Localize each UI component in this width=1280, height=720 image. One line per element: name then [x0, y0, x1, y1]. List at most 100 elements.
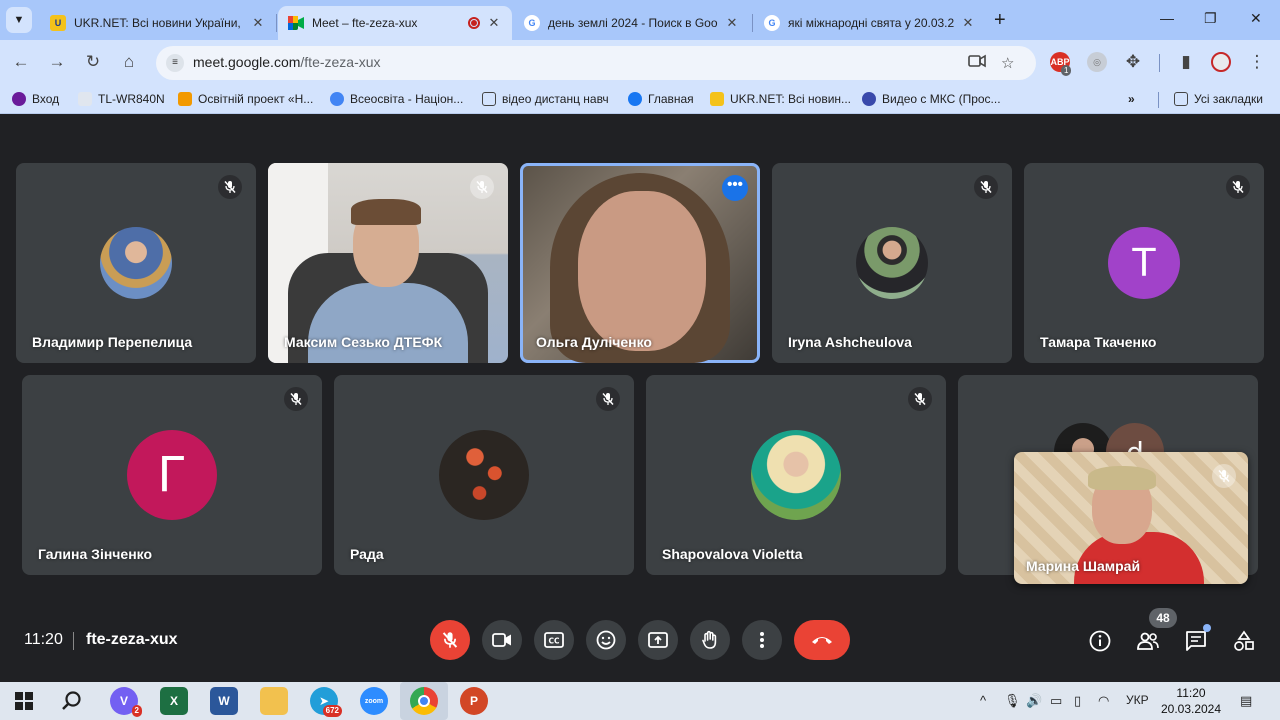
more-options-icon[interactable]: •••	[722, 175, 748, 201]
people-button[interactable]	[1135, 628, 1161, 654]
close-window-icon[interactable]: ✕	[1250, 10, 1262, 27]
svg-text:CC: CC	[548, 637, 560, 646]
raise-hand-button[interactable]	[690, 620, 730, 660]
battery-icon[interactable]: ▯	[1074, 693, 1081, 709]
powerpoint-icon[interactable]: P	[460, 687, 488, 715]
back-arrow-icon[interactable]: ←	[10, 51, 32, 73]
google-favicon-icon: G	[524, 15, 540, 31]
tab-search-chevron-icon[interactable]: ▼	[6, 7, 32, 33]
telegram-icon[interactable]: ➤ 672	[310, 687, 342, 717]
people-icon	[1137, 632, 1159, 650]
extensions-puzzle-icon[interactable]: ✥	[1122, 51, 1144, 73]
more-vertical-icon	[760, 632, 764, 648]
present-icon	[648, 632, 668, 648]
wifi-icon[interactable]: ◠	[1098, 693, 1109, 709]
mic-off-icon	[974, 175, 998, 199]
participant-tile[interactable]: Рада	[334, 375, 634, 575]
activities-button[interactable]	[1231, 628, 1257, 654]
bookmark-item[interactable]: Освітній проект «Н...	[178, 92, 313, 106]
mic-off-icon	[218, 175, 242, 199]
tab-separator	[752, 14, 753, 32]
mic-off-icon	[442, 632, 458, 648]
more-options-button[interactable]	[742, 620, 782, 660]
chrome-menu-icon[interactable]: ⋮	[1246, 51, 1268, 73]
captions-button[interactable]: CC	[534, 620, 574, 660]
close-tab-icon[interactable]: ✕	[960, 15, 976, 31]
present-screen-button[interactable]	[638, 620, 678, 660]
bookmark-item[interactable]: Видео с МКС (Прос...	[862, 92, 1001, 106]
viber-icon[interactable]: V2	[110, 687, 142, 717]
language-indicator[interactable]: УКР	[1126, 693, 1149, 707]
video-person-face	[578, 191, 706, 351]
profile-avatar[interactable]	[1211, 52, 1231, 72]
google-favicon-icon: G	[764, 15, 780, 31]
network-icon[interactable]: ▭	[1050, 693, 1062, 709]
bookmark-favicon-icon	[330, 92, 344, 106]
participant-avatar	[856, 227, 928, 299]
mic-off-icon	[470, 175, 494, 199]
meet-stage: Владимир Перепелица Максим Сезько ДТЕФК …	[0, 114, 1280, 682]
side-panel-icon[interactable]: ▮	[1175, 51, 1197, 73]
participant-tile[interactable]: Владимир Перепелица	[16, 163, 256, 363]
toggle-camera-button[interactable]	[482, 620, 522, 660]
minimize-window-icon[interactable]: —	[1160, 10, 1174, 26]
windows-start-icon[interactable]	[10, 687, 38, 715]
reload-icon[interactable]: ↻	[82, 51, 104, 73]
bookmark-favicon-icon	[12, 92, 26, 106]
taskbar-clock[interactable]: 11:20 20.03.2024	[1157, 685, 1225, 717]
microphone-tray-icon[interactable]: 🎙	[1004, 693, 1021, 709]
zoom-icon[interactable]: zoom	[360, 687, 388, 715]
close-tab-icon[interactable]: ✕	[486, 15, 502, 31]
file-explorer-icon[interactable]	[260, 687, 288, 715]
bookmark-item[interactable]: TL-WR840N	[78, 92, 165, 106]
home-icon[interactable]: ⌂	[118, 51, 140, 73]
bookmark-item[interactable]: Вход	[12, 92, 59, 106]
restore-window-icon[interactable]: ❐	[1204, 10, 1217, 27]
more-bookmarks-chevron-icon[interactable]: »	[1128, 92, 1135, 106]
participant-tile[interactable]: Shapovalova Violetta	[646, 375, 946, 575]
bookmark-star-icon[interactable]: ☆	[1001, 54, 1014, 72]
tray-chevron-icon[interactable]: ^	[980, 693, 986, 708]
chat-button[interactable]	[1183, 624, 1211, 654]
search-icon[interactable]	[58, 687, 86, 715]
chrome-icon[interactable]	[410, 687, 438, 715]
volume-icon[interactable]: 🔊	[1026, 693, 1042, 709]
camera-in-use-icon[interactable]	[968, 54, 986, 68]
extension-icon[interactable]: ◎	[1087, 52, 1107, 72]
tab-meet[interactable]: Meet – fte-zeza-xux ✕	[278, 6, 512, 40]
leave-call-button[interactable]	[794, 620, 850, 660]
participant-tile[interactable]: Iryna Ashcheulova	[772, 163, 1012, 363]
participant-video-tile[interactable]: Максим Сезько ДТЕФК	[268, 163, 508, 363]
participant-video-tile-speaking[interactable]: ••• Ольга Дуліченко	[520, 163, 760, 363]
tab-ukrnet[interactable]: U UKR.NET: Всі новини України, ✕	[40, 6, 276, 40]
forward-arrow-icon[interactable]: →	[46, 51, 68, 73]
all-bookmarks-folder[interactable]: Усі закладки	[1174, 92, 1263, 106]
address-url[interactable]: meet.google.com/fte-zeza-xux	[193, 54, 381, 70]
self-view-video-tile[interactable]: Марина Шамрай	[1014, 452, 1248, 584]
reactions-button[interactable]	[586, 620, 626, 660]
new-tab-plus-icon[interactable]: +	[994, 9, 1006, 32]
participant-tile[interactable]: Т Тамара Ткаченко	[1024, 163, 1264, 363]
tab-international-holidays[interactable]: G які міжнародні свята у 20.03.2 ✕	[754, 6, 986, 40]
captions-icon: CC	[544, 632, 564, 648]
word-icon[interactable]: W	[210, 687, 238, 715]
bookmark-favicon-icon	[78, 92, 92, 106]
bookmark-item[interactable]: Всеосвіта - Націон...	[330, 92, 463, 106]
participant-tile[interactable]: Г Галина Зінченко	[22, 375, 322, 575]
bookmark-item[interactable]: Главная	[628, 92, 694, 106]
address-bar[interactable]: ≡ meet.google.com/fte-zeza-xux ☆	[156, 46, 1036, 80]
site-info-icon[interactable]: ≡	[166, 54, 184, 72]
info-icon	[1089, 630, 1111, 652]
close-tab-icon[interactable]: ✕	[250, 15, 266, 31]
notifications-icon[interactable]: ▤	[1240, 693, 1252, 709]
tab-google-search-earth-day[interactable]: G день землі 2024 - Поиск в Goo ✕	[514, 6, 750, 40]
folder-icon	[1174, 92, 1188, 106]
excel-icon[interactable]: X	[160, 687, 188, 715]
mic-off-icon	[1226, 175, 1250, 199]
toggle-mic-button[interactable]	[430, 620, 470, 660]
bookmark-item[interactable]: UKR.NET: Всі новин...	[710, 92, 851, 106]
close-tab-icon[interactable]: ✕	[724, 15, 740, 31]
bookmark-folder[interactable]: відео дистанц навч	[482, 92, 609, 106]
meeting-details-button[interactable]	[1087, 628, 1113, 654]
participant-avatar	[100, 227, 172, 299]
